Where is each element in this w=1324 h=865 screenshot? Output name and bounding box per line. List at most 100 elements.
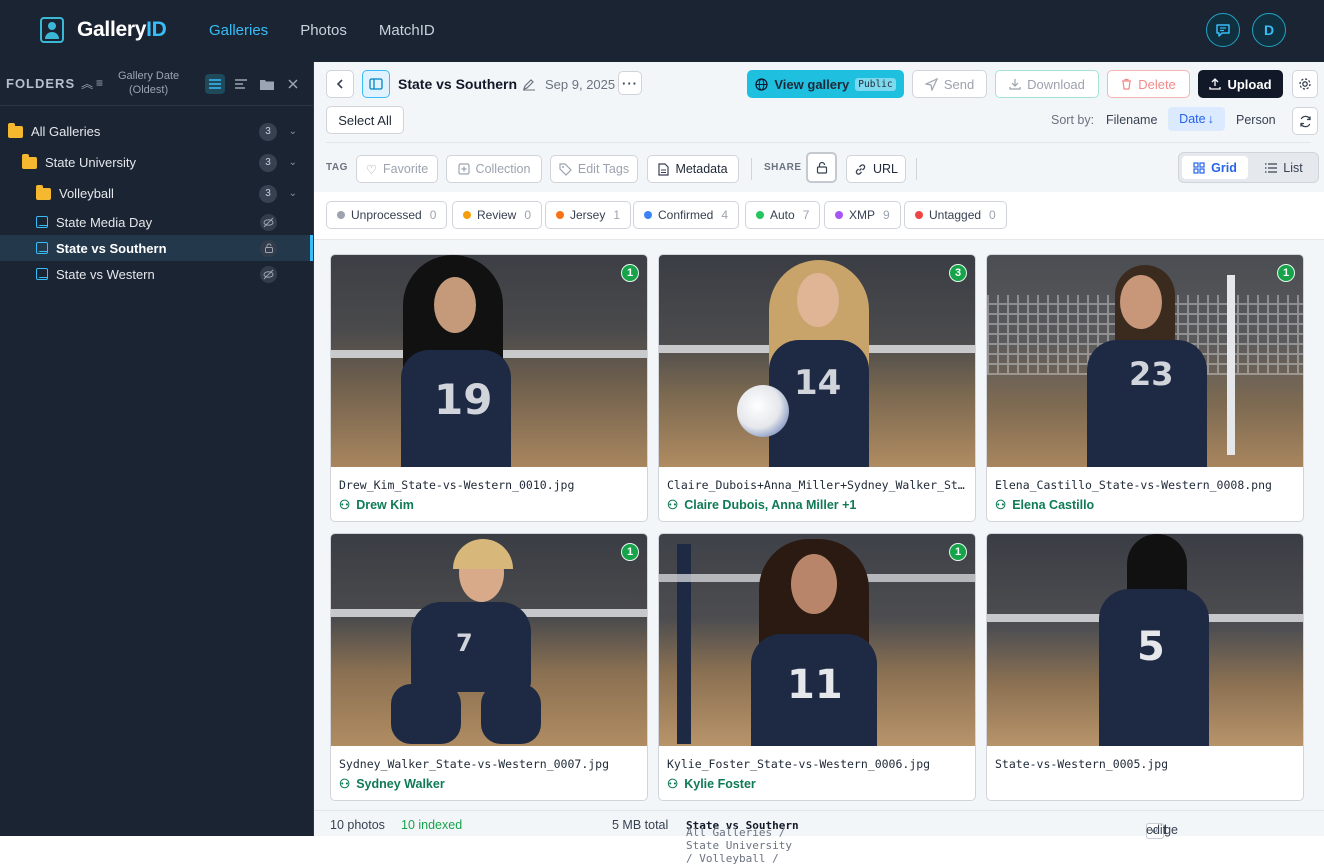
folder-volleyball[interactable]: Volleyball 3 ⌄ bbox=[0, 178, 313, 209]
flat-view-icon[interactable] bbox=[231, 74, 251, 94]
photo-thumbnail: 7 bbox=[331, 534, 647, 746]
avatar[interactable]: D bbox=[1252, 13, 1286, 47]
folder-state-university[interactable]: State University 3 ⌄ bbox=[0, 147, 313, 178]
delete-button[interactable]: Delete bbox=[1107, 70, 1190, 98]
nav-galleries[interactable]: Galleries bbox=[209, 22, 268, 39]
collection-icon bbox=[457, 163, 470, 175]
logo-text: Gallery bbox=[77, 18, 147, 41]
sort-date[interactable]: Date ↓ bbox=[1168, 107, 1225, 131]
unlock-icon bbox=[816, 161, 827, 174]
status-dot bbox=[644, 211, 652, 219]
lock-share-button[interactable] bbox=[806, 152, 837, 183]
status-filter-bar: Unprocessed 0 Review 0 Jersey 1 Confirmed 4 … bbox=[314, 192, 1324, 240]
photo-card[interactable]: 5 State-vs-Western_0005.jpg bbox=[986, 533, 1304, 801]
refresh-button[interactable] bbox=[1292, 107, 1318, 135]
gallery-state-vs-western[interactable]: State vs Western bbox=[0, 261, 313, 287]
face-count-badge: 1 bbox=[1277, 264, 1295, 282]
filter-jersey[interactable]: Jersey 1 bbox=[545, 201, 632, 229]
filter-review[interactable]: Review 0 bbox=[452, 201, 543, 229]
heart-icon: ♡ bbox=[365, 162, 378, 177]
feedback-button[interactable] bbox=[1206, 13, 1240, 47]
download-label: Download bbox=[1027, 76, 1085, 92]
photo-filename: Drew_Kim_State-vs-Western_0010.jpg bbox=[339, 478, 575, 492]
document-icon bbox=[658, 162, 670, 176]
photo-card[interactable]: 14 3 Claire_Dubois+Anna_Miller+Sydney_Wa… bbox=[658, 254, 976, 522]
link-icon bbox=[855, 163, 866, 175]
sort-line-2: (Oldest) bbox=[129, 84, 169, 96]
nav-matchid[interactable]: MatchID bbox=[379, 22, 435, 39]
sort-filename[interactable]: Filename bbox=[1106, 113, 1157, 127]
person-icon: ⚇ bbox=[995, 498, 1007, 512]
edit-icon[interactable] bbox=[522, 77, 536, 91]
nav-photos[interactable]: Photos bbox=[300, 22, 347, 39]
folder-label: State University bbox=[45, 155, 137, 170]
edit-tags-button[interactable]: Edit Tags bbox=[550, 155, 638, 183]
collapse-all-icon[interactable]: ︽ bbox=[81, 75, 93, 92]
photo-card[interactable]: 23 1 Elena_Castillo_State-vs-Western_000… bbox=[986, 254, 1304, 522]
url-button[interactable]: URL bbox=[846, 155, 906, 183]
sidebar-toggle-button[interactable] bbox=[362, 70, 390, 98]
chevron-down-icon[interactable]: ⌄ bbox=[289, 126, 297, 137]
view-gallery-button[interactable]: View gallery Public bbox=[747, 70, 904, 98]
volleyball-icon bbox=[737, 385, 789, 437]
send-button[interactable]: Send bbox=[912, 70, 987, 98]
favorite-label: Favorite bbox=[383, 162, 429, 176]
new-folder-icon[interactable] bbox=[257, 74, 277, 94]
gear-icon bbox=[1299, 78, 1311, 90]
main-nav: Galleries Photos MatchID bbox=[209, 22, 435, 39]
folder-all-galleries[interactable]: All Galleries 3 ⌄ bbox=[0, 116, 313, 147]
list-view-button[interactable]: List bbox=[1251, 156, 1317, 179]
close-icon[interactable] bbox=[283, 74, 303, 94]
photo-thumbnail: 11 bbox=[659, 534, 975, 746]
more-button[interactable]: ··· bbox=[618, 71, 642, 95]
select-all-button[interactable]: Select All bbox=[326, 106, 404, 134]
back-button[interactable] bbox=[326, 70, 354, 98]
photo-card[interactable]: 11 1 Kylie_Foster_State-vs-Western_0006.… bbox=[658, 533, 976, 801]
app-logo[interactable]: GalleryID bbox=[40, 17, 167, 43]
filter-untagged[interactable]: Untagged 0 bbox=[904, 201, 1007, 229]
filter-label: Review bbox=[477, 208, 517, 222]
folders-sidebar: FOLDERS ︽ ≡ Gallery Date (Oldest) All Ga… bbox=[0, 62, 314, 836]
upload-icon bbox=[1209, 78, 1222, 90]
filter-count: 4 bbox=[721, 208, 729, 222]
chevron-down-icon[interactable]: ⌄ bbox=[289, 188, 297, 199]
gallery-state-vs-southern[interactable]: State vs Southern bbox=[0, 235, 313, 261]
sort-icon[interactable]: ≡ bbox=[96, 76, 103, 90]
folder-icon bbox=[36, 184, 51, 200]
photo-filename: Sydney_Walker_State-vs-Western_0007.jpg bbox=[339, 757, 610, 771]
collection-button[interactable]: Collection bbox=[446, 155, 542, 183]
edit-tags-label: Edit Tags bbox=[577, 162, 630, 176]
sort-person[interactable]: Person bbox=[1236, 113, 1276, 127]
grid-view-button[interactable]: Grid bbox=[1182, 156, 1248, 179]
filter-count: 7 bbox=[802, 208, 810, 222]
chevron-down-icon[interactable]: ⌄ bbox=[289, 157, 297, 168]
photo-card[interactable]: 19 1 Drew_Kim_State-vs-Western_0010.jpg … bbox=[330, 254, 648, 522]
gallery-toolbar: State vs Southern Sep 9, 2025 ··· View g… bbox=[314, 62, 1324, 192]
list-label: List bbox=[1283, 160, 1303, 175]
count-badge: 3 bbox=[259, 184, 277, 203]
status-dot bbox=[463, 211, 471, 219]
filter-count: 9 bbox=[883, 208, 890, 222]
filter-label: Untagged bbox=[929, 208, 982, 222]
gallery-state-media-day[interactable]: State Media Day bbox=[0, 209, 313, 235]
person-icon: ⚇ bbox=[667, 777, 679, 791]
download-button[interactable]: Download bbox=[995, 70, 1099, 98]
upload-button[interactable]: Upload bbox=[1198, 70, 1283, 98]
photo-card[interactable]: 7 1 Sydney_Walker_State-vs-Western_0007.… bbox=[330, 533, 648, 801]
favorite-button[interactable]: ♡ Favorite bbox=[356, 155, 438, 183]
jersey-number: 11 bbox=[787, 662, 843, 708]
photo-thumbnail: 5 bbox=[987, 534, 1303, 746]
logo-icon bbox=[40, 17, 64, 43]
filter-auto[interactable]: Auto 7 bbox=[745, 201, 821, 229]
sidebar-sort[interactable]: Gallery Date (Oldest) bbox=[118, 69, 179, 97]
settings-button[interactable] bbox=[1292, 70, 1318, 98]
filter-unprocessed[interactable]: Unprocessed 0 bbox=[326, 201, 448, 229]
person-icon: ⚇ bbox=[667, 498, 679, 512]
image-icon bbox=[36, 268, 48, 280]
metadata-button[interactable]: Metadata bbox=[647, 155, 739, 183]
tree-view-icon[interactable] bbox=[205, 74, 225, 94]
indexed-count: 10 indexed bbox=[401, 818, 463, 832]
filter-confirmed[interactable]: Confirmed 4 bbox=[633, 201, 740, 229]
person-names: Claire Dubois, Anna Miller +1 bbox=[684, 497, 857, 512]
filter-xmp[interactable]: XMP 9 bbox=[824, 201, 901, 229]
